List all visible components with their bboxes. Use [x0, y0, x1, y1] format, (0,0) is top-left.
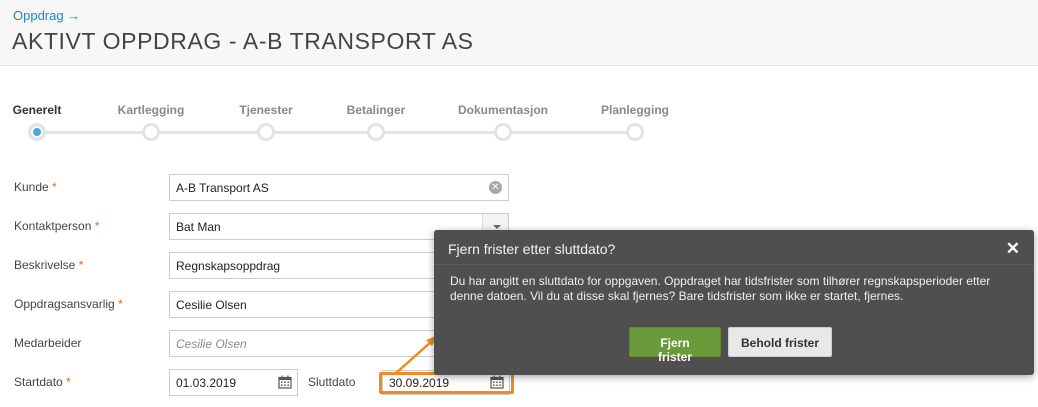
kunde-label: Kunde * [14, 180, 57, 194]
step-dot [367, 123, 385, 141]
step-label: Dokumentasjon [457, 103, 549, 117]
required-mark: * [118, 297, 123, 311]
step-label: Tjenester [239, 103, 293, 117]
startdato-field[interactable]: 01.03.2019 [169, 369, 298, 396]
step-dot-active [28, 123, 46, 141]
step-label: Kartlegging [117, 103, 185, 117]
step-dot [257, 123, 275, 141]
beskrivelse-label: Beskrivelse * [14, 258, 83, 272]
step-dot [626, 123, 644, 141]
clear-icon[interactable]: ✕ [489, 181, 502, 194]
sluttdato-label: Sluttdato [308, 375, 356, 389]
step-label: Planlegging [600, 103, 670, 117]
kontaktperson-value: Bat Man [176, 220, 221, 234]
oppdragsansvarlig-label: Oppdragsansvarlig * [14, 297, 123, 311]
kontaktperson-label: Kontaktperson * [14, 219, 99, 233]
keep-deadlines-button[interactable]: Behold frister [728, 327, 832, 357]
oppdragsansvarlig-label-text: Oppdragsansvarlig [14, 297, 115, 311]
required-mark: * [52, 180, 57, 194]
step-label: Generelt [12, 103, 62, 117]
kunde-label-text: Kunde [14, 180, 49, 194]
breadcrumb-oppdrag[interactable]: Oppdrag → [13, 8, 80, 23]
close-icon[interactable]: ✕ [1006, 239, 1020, 259]
confirm-dialog: Fjern frister etter sluttdato? ✕ Du har … [434, 230, 1034, 375]
remove-deadlines-button[interactable]: Fjern frister [629, 327, 721, 364]
startdato-value: 01.03.2019 [176, 376, 237, 390]
beskrivelse-value: Regnskapsoppdrag [176, 259, 281, 273]
dialog-title: Fjern frister etter sluttdato? [448, 241, 616, 257]
page-title: AKTIVT OPPDRAG - A-B TRANSPORT AS [12, 28, 474, 54]
step-label: Betalinger [346, 103, 406, 117]
stepper-track [36, 131, 636, 134]
kunde-value: A-B Transport AS [176, 181, 269, 195]
required-mark: * [66, 375, 71, 389]
step-dot [494, 123, 512, 141]
step-dot [142, 123, 160, 141]
sluttdato-highlight-box [379, 372, 514, 394]
beskrivelse-label-text: Beskrivelse [14, 258, 76, 272]
medarbeider-label-text: Medarbeider [14, 336, 82, 350]
required-mark: * [94, 219, 100, 233]
medarbeider-label: Medarbeider [14, 336, 81, 350]
startdato-label-text: Startdato [14, 375, 63, 389]
kontaktperson-label-text: Kontaktperson [14, 219, 92, 233]
progress-stepper: Generelt Kartlegging Tjenester Betalinge… [0, 98, 700, 148]
medarbeider-placeholder: Cesilie Olsen [176, 337, 247, 351]
calendar-icon[interactable] [278, 375, 292, 389]
oppdragsansvarlig-value: Cesilie Olsen [176, 298, 247, 312]
page-header: Oppdrag → AKTIVT OPPDRAG - A-B TRANSPORT… [0, 0, 1038, 66]
required-mark: * [78, 258, 84, 272]
dialog-message: Du har angitt en sluttdato for oppgaven.… [450, 274, 991, 303]
kunde-field[interactable]: A-B Transport AS ✕ [169, 174, 509, 201]
dialog-divider [434, 264, 1034, 265]
startdato-label: Startdato * [14, 375, 71, 389]
